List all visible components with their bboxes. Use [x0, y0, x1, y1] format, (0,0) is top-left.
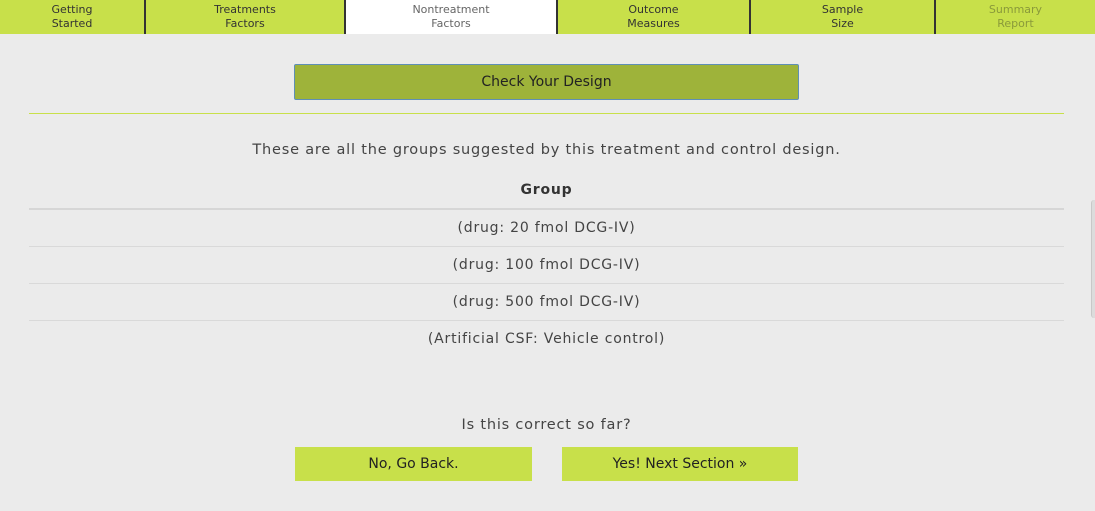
tab-nontreatment-factors[interactable]: Nontreatment Factors: [346, 0, 558, 34]
table-row: (drug: 20 fmol DCG-IV): [29, 210, 1064, 247]
go-back-button[interactable]: No, Go Back.: [295, 447, 532, 481]
groups-table: Group (drug: 20 fmol DCG-IV) (drug: 100 …: [29, 176, 1064, 357]
section-tabs: Getting Started Treatments Factors Nontr…: [0, 0, 1095, 34]
next-section-button[interactable]: Yes! Next Section »: [562, 447, 798, 481]
table-header-group: Group: [29, 176, 1064, 210]
check-design-button[interactable]: Check Your Design: [294, 64, 799, 100]
tab-getting-started[interactable]: Getting Started: [0, 0, 146, 34]
table-row: (drug: 100 fmol DCG-IV): [29, 247, 1064, 284]
side-scroll-handle[interactable]: [1091, 200, 1095, 318]
divider: [29, 113, 1064, 114]
confirmation-question: Is this correct so far?: [461, 417, 632, 433]
tab-sample-size[interactable]: Sample Size: [751, 0, 936, 34]
tab-outcome-measures[interactable]: Outcome Measures: [558, 0, 751, 34]
tab-treatments-factors[interactable]: Treatments Factors: [146, 0, 346, 34]
tab-summary-report[interactable]: Summary Report: [936, 0, 1095, 34]
table-row: (drug: 500 fmol DCG-IV): [29, 284, 1064, 321]
table-row: (Artificial CSF: Vehicle control): [427, 331, 666, 347]
intro-text: These are all the groups suggested by th…: [252, 142, 841, 158]
